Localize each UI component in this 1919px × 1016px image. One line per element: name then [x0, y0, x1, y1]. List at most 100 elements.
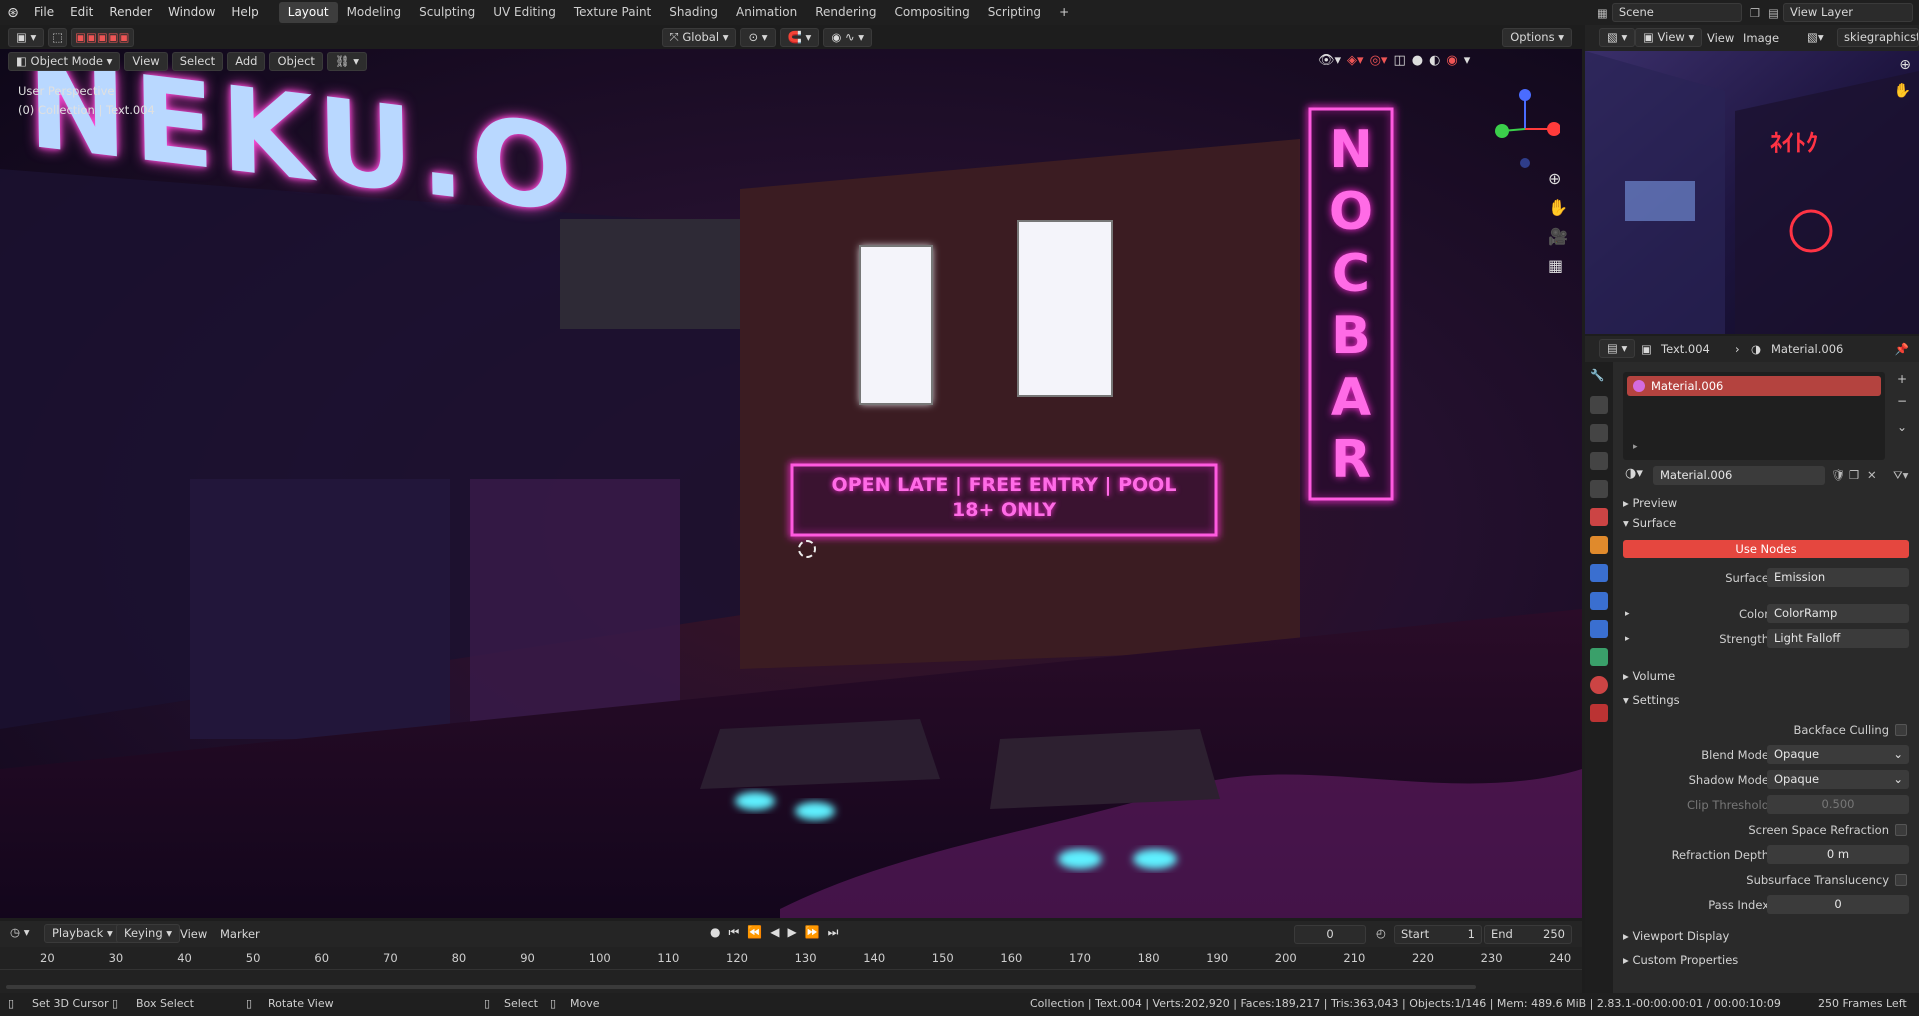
object-tab-icon[interactable] [1590, 536, 1608, 554]
shading-rendered-icon[interactable]: ◉ [1446, 53, 1457, 68]
properties-editor-type-icon[interactable]: ▤ ▾ [1599, 339, 1636, 358]
workspace-tab-rendering[interactable]: Rendering [806, 2, 885, 23]
image-browse-icon[interactable]: ▧▾ [1807, 30, 1824, 44]
image-name-field[interactable]: skiegraphicstudio [1837, 28, 1919, 47]
menu-edit[interactable]: Edit [62, 0, 101, 25]
object-mode-select[interactable]: ◧ Object Mode ▾ [8, 52, 121, 71]
image-editor-type-icon[interactable]: ▧ ▾ [1599, 28, 1636, 47]
current-frame-field[interactable]: 0 [1294, 925, 1366, 944]
workspace-tab-scripting[interactable]: Scripting [979, 2, 1050, 23]
visibility-icon[interactable]: 👁▾ [1318, 53, 1341, 68]
selection-mode-icons[interactable]: ▣▣▣▣▣ [71, 27, 134, 47]
camera-icon[interactable]: 🎥 [1548, 227, 1568, 246]
next-keyframe-icon[interactable]: ⏩ [805, 925, 820, 940]
prev-keyframe-icon[interactable]: ⏪ [747, 925, 762, 940]
shading-material-icon[interactable]: ◐ [1429, 53, 1440, 68]
timeline-scrollbar[interactable] [6, 985, 1476, 989]
output-tab-icon[interactable] [1590, 424, 1608, 442]
volume-panel[interactable]: ▸ Volume [1623, 669, 1675, 683]
material-slot-list[interactable]: Material.006 ▸ [1623, 372, 1885, 460]
workspace-tab-modeling[interactable]: Modeling [338, 2, 411, 23]
particles-tab-icon[interactable] [1590, 592, 1608, 610]
play-reverse-icon[interactable]: ◀ [770, 925, 779, 940]
add-slot-icon[interactable]: + [1897, 372, 1907, 386]
remove-slot-icon[interactable]: − [1897, 394, 1907, 408]
texture-tab-icon[interactable] [1590, 704, 1608, 722]
use-nodes-button[interactable]: Use Nodes [1623, 540, 1909, 558]
material-browse-icon[interactable]: ◑▾ [1625, 466, 1643, 481]
record-icon[interactable]: ● [710, 925, 720, 940]
backface-culling-checkbox[interactable] [1895, 724, 1907, 736]
render-preview[interactable]: ﾈｲﾄｸ ⊕ ✋ [1585, 51, 1919, 334]
view-layer-field[interactable]: View Layer [1783, 3, 1913, 22]
preview-zoom-icon[interactable]: ⊕ [1899, 57, 1911, 73]
grid-view-icon[interactable]: ▦ [1548, 256, 1568, 275]
fake-user-icon[interactable]: 🛡 [1831, 468, 1846, 482]
workspace-tab-compositing[interactable]: Compositing [885, 2, 978, 23]
shading-options-icon[interactable]: ▾ [1464, 53, 1471, 68]
ssr-checkbox[interactable] [1895, 824, 1907, 836]
viewport-display-panel[interactable]: ▸ Viewport Display [1623, 929, 1729, 943]
menu-file[interactable]: File [26, 0, 62, 25]
pass-index-field[interactable]: 0 [1767, 895, 1909, 914]
pin-icon[interactable]: 📌 [1895, 342, 1909, 356]
workspace-tab-texture-paint[interactable]: Texture Paint [565, 2, 660, 23]
surface-shader-field[interactable]: Emission [1767, 568, 1909, 587]
viewport-menu-view[interactable]: View [124, 52, 168, 71]
jump-start-icon[interactable]: ⏮ [728, 925, 739, 940]
preview-panel[interactable]: ▸ Preview [1623, 496, 1677, 510]
physics-tab-icon[interactable] [1590, 620, 1608, 638]
transform-orientation-select[interactable]: ⤧ Global ▾ [661, 27, 737, 47]
workspace-tab-uv-editing[interactable]: UV Editing [484, 2, 565, 23]
image-menu-view[interactable]: View [1707, 31, 1734, 45]
slot-menu-icon[interactable]: ⌄ [1897, 420, 1907, 434]
workspace-tab-sculpting[interactable]: Sculpting [410, 2, 484, 23]
settings-panel[interactable]: ▾ Settings [1623, 693, 1680, 707]
clip-threshold-field[interactable]: 0.500 [1767, 795, 1909, 814]
refraction-depth-field[interactable]: 0 m [1767, 845, 1909, 864]
keying-menu[interactable]: Keying ▾ [116, 924, 181, 943]
playback-menu[interactable]: Playback ▾ [44, 924, 121, 943]
tool-tab-icon[interactable]: 🔧 [1590, 368, 1608, 386]
color-input-field[interactable]: ColorRamp [1767, 604, 1909, 623]
menu-help[interactable]: Help [223, 0, 266, 25]
end-frame-field[interactable]: End 250 [1484, 925, 1572, 944]
options-menu[interactable]: Options ▾ [1502, 27, 1572, 47]
image-view-select[interactable]: ▣ View ▾ [1635, 28, 1703, 47]
timeline-ruler[interactable]: 20 30 40 50 60 70 80 90 100 110 120 130 140 150 160 170… [0, 947, 1582, 993]
workspace-tab-layout[interactable]: Layout [278, 2, 338, 23]
select-tool-icon[interactable]: ⬚ [48, 27, 68, 47]
image-menu-image[interactable]: Image [1743, 31, 1779, 45]
modifier-tab-icon[interactable] [1590, 564, 1608, 582]
link-icon[interactable]: ⛓ ▾ [326, 52, 367, 71]
3d-viewport[interactable]: NEKU.O OPEN LATE | FREE ENTRY | POOL 18+… [0, 49, 1582, 918]
pivot-icon[interactable]: ⊙ ▾ [740, 27, 776, 47]
strength-expand-icon[interactable]: ▸ [1625, 629, 1630, 649]
gizmo-toggle-icon[interactable]: ◈▾ [1347, 53, 1364, 68]
view-layer-tab-icon[interactable] [1590, 452, 1608, 470]
blender-logo-icon[interactable]: ⊛ [0, 0, 26, 25]
editor-type-icon[interactable]: ▣ ▾ [8, 27, 45, 47]
color-expand-icon[interactable]: ▸ [1625, 604, 1630, 624]
surface-panel[interactable]: ▾ Surface [1623, 516, 1676, 530]
shading-solid-icon[interactable]: ● [1412, 53, 1423, 68]
viewport-menu-add[interactable]: Add [227, 52, 266, 71]
duplicate-icon[interactable]: ❐ [1849, 468, 1859, 482]
workspace-tab-shading[interactable]: Shading [660, 2, 727, 23]
workspace-tab-animation[interactable]: Animation [727, 2, 806, 23]
data-tab-icon[interactable] [1590, 648, 1608, 666]
scene-copy-icon[interactable]: ❐ [1750, 6, 1760, 20]
add-workspace-button[interactable]: + [1050, 2, 1078, 23]
xray-icon[interactable]: ◫ [1393, 53, 1405, 68]
menu-render[interactable]: Render [101, 0, 160, 25]
blend-mode-select[interactable]: Opaque ⌄ [1767, 745, 1909, 764]
snap-icon[interactable]: 🧲 ▾ [779, 27, 820, 47]
timeline-menu-view[interactable]: View [180, 927, 207, 941]
play-icon[interactable]: ▶ [787, 925, 796, 940]
preview-pan-icon[interactable]: ✋ [1894, 83, 1911, 99]
jump-end-icon[interactable]: ⏭ [828, 925, 839, 940]
timeline-editor-icon[interactable]: ◷ ▾ [10, 925, 29, 939]
material-datablock-field[interactable]: Material.006 [1653, 466, 1825, 485]
viewport-menu-select[interactable]: Select [171, 52, 224, 71]
render-tab-icon[interactable] [1590, 396, 1608, 414]
